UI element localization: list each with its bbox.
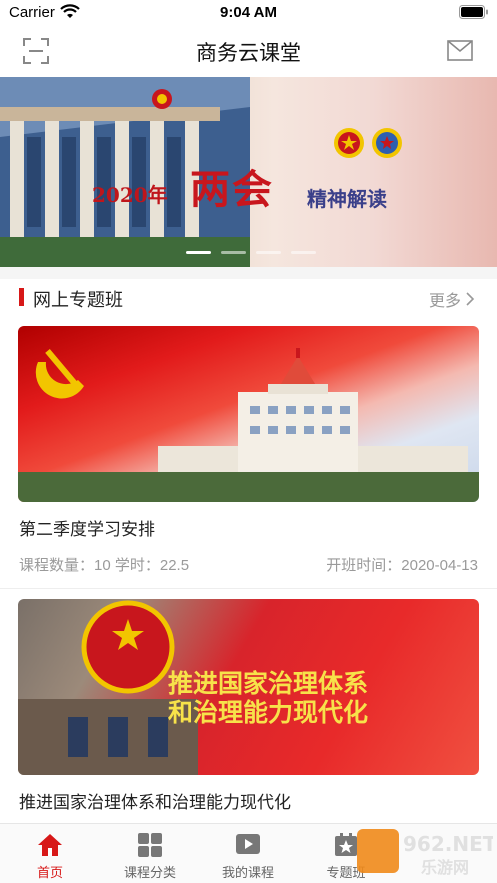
tab-categories[interactable]: 课程分类	[100, 824, 200, 883]
divider	[0, 588, 497, 589]
national-emblem-icon	[334, 128, 364, 158]
mail-icon[interactable]	[447, 40, 473, 61]
course-start-date: 开班时间：2020-04-13	[326, 557, 478, 574]
more-label: 更多	[428, 293, 461, 310]
watermark-logo: 962.NET 乐游网	[357, 829, 493, 877]
course-cover-image[interactable]: 推进国家治理体系 和治理能力现代化	[18, 599, 479, 775]
section-header: 网上专题班 更多	[0, 280, 497, 316]
cppcc-emblem-icon	[372, 128, 402, 158]
battery-icon	[459, 5, 488, 19]
watermark-line2: 乐游网	[421, 858, 469, 877]
banner-carousel[interactable]: 2020年 两会 精神解读	[0, 77, 497, 267]
image-text-line2: 和治理能力现代化	[168, 698, 368, 727]
tab-label: 我的课程	[221, 865, 274, 880]
section-spacer	[0, 267, 497, 279]
banner-year: 2020年	[92, 183, 168, 207]
banner-headline: 两会	[190, 166, 274, 213]
course-meta: 课程数量：10 学时：22.5	[19, 557, 190, 574]
play-icon	[236, 834, 260, 854]
national-governance-illustration: 推进国家治理体系 和治理能力现代化	[18, 600, 368, 775]
carousel-indicator	[186, 251, 316, 255]
course-title[interactable]: 第二季度学习安排	[19, 515, 155, 540]
status-time: 9:04 AM	[220, 4, 277, 21]
carousel-dot[interactable]	[186, 251, 211, 254]
status-bar: Carrier 9:04 AM	[0, 0, 497, 26]
grid-icon	[138, 833, 162, 857]
star-icon	[335, 833, 357, 856]
section-title: 网上专题班	[33, 290, 123, 310]
tab-my-courses[interactable]: 我的课程	[198, 824, 298, 883]
chevron-right-icon	[466, 292, 475, 306]
page-title: 商务云课堂	[196, 42, 301, 65]
tab-label: 首页	[36, 865, 63, 880]
image-text-line1: 推进国家治理体系	[168, 669, 368, 698]
carousel-dot[interactable]	[221, 251, 246, 254]
section-marker	[19, 288, 24, 306]
party-building-illustration	[18, 348, 479, 502]
tab-label: 课程分类	[123, 865, 176, 880]
course-title[interactable]: 推进国家治理体系和治理能力现代化	[19, 788, 291, 813]
tab-home[interactable]: 首页	[0, 824, 100, 883]
more-link[interactable]: 更多	[429, 287, 475, 311]
banner-subtitle: 精神解读	[307, 187, 387, 211]
carousel-dot[interactable]	[256, 251, 281, 254]
tab-bar: 首页 课程分类 我的课程 专题班 962.NET 乐游网	[0, 823, 497, 883]
home-icon	[38, 834, 62, 856]
carousel-dot[interactable]	[291, 251, 316, 254]
watermark-line1: 962.NET	[403, 832, 493, 856]
course-cover-image[interactable]	[18, 326, 479, 502]
nav-bar: 商务云课堂	[0, 26, 497, 76]
